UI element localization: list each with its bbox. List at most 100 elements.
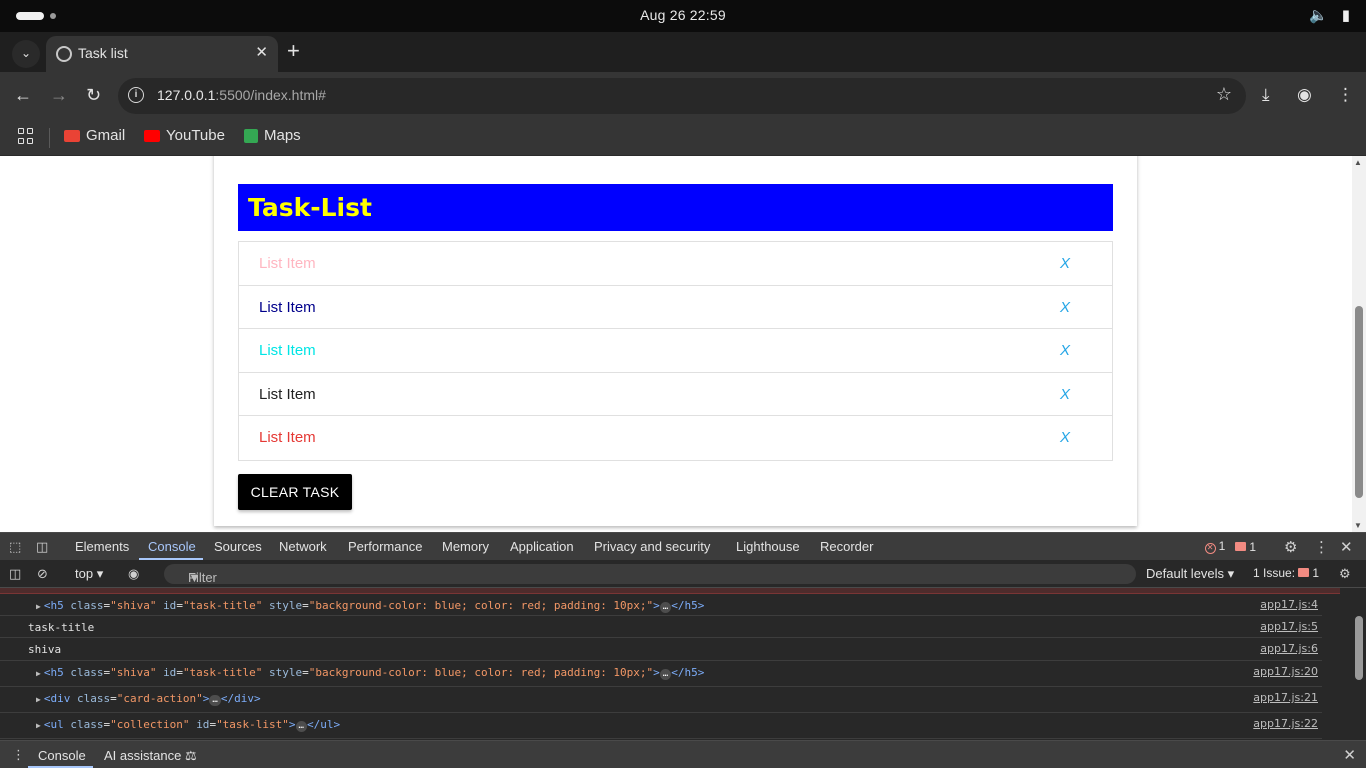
console-messages: ▶ <h5 class="shiva" id="task-title" style… xyxy=(0,588,1352,740)
tab-memory[interactable]: Memory xyxy=(442,539,489,554)
battery-icon[interactable]: ▮ xyxy=(1342,7,1350,25)
volume-icon[interactable]: 🔈 xyxy=(1309,7,1328,25)
task-label: List Item xyxy=(259,298,316,316)
tab-recorder[interactable]: Recorder xyxy=(820,539,873,554)
drawer-menu-kebab-icon[interactable]: ⋮ xyxy=(12,747,25,763)
console-row[interactable]: ▶ <div class="card-action">… </div> app17.j… xyxy=(0,687,1322,713)
node-attr-value: "task-title" xyxy=(182,599,263,612)
bookmark-star-icon[interactable]: ☆ xyxy=(1216,84,1232,105)
delete-task-icon[interactable]: X xyxy=(1060,373,1070,416)
tab-search-chevron-icon[interactable]: ⌄ xyxy=(12,40,40,68)
delete-task-icon[interactable]: X xyxy=(1060,286,1070,329)
page-scrollbar[interactable]: ▲ ▼ xyxy=(1352,156,1366,532)
collapsed-children-ellipsis[interactable]: … xyxy=(659,669,672,680)
tab-application[interactable]: Application xyxy=(510,539,574,554)
task-label: List Item xyxy=(259,429,316,446)
expand-triangle-icon[interactable]: ▶ xyxy=(36,695,41,704)
tab-console[interactable]: Console xyxy=(148,539,196,554)
context-selector[interactable]: top ▾ xyxy=(75,566,103,582)
node-attr-name: class xyxy=(70,666,104,679)
forward-arrow-icon[interactable]: → xyxy=(50,84,68,106)
node-attr-name: style xyxy=(269,599,303,612)
console-row[interactable]: task-title app17.js:5 xyxy=(0,616,1322,638)
profile-avatar-icon[interactable]: ◉ xyxy=(1297,84,1312,106)
error-warning-counts[interactable]: ✕ 1 1 xyxy=(1204,539,1256,554)
console-source-link[interactable]: app17.js:6 xyxy=(1260,642,1318,655)
site-info-icon[interactable]: i xyxy=(128,87,144,103)
back-arrow-icon[interactable]: ← xyxy=(14,84,32,106)
bookmark-youtube[interactable]: YouTube xyxy=(144,127,225,144)
bookmarks-bar: Gmail YouTube Maps xyxy=(0,120,1366,156)
console-dom-node[interactable]: ▶ <ul class="collection" id="task-list">…… xyxy=(36,718,340,732)
apps-grid-icon[interactable] xyxy=(18,128,34,144)
sidebar-toggle-icon[interactable]: ◫ xyxy=(9,566,21,582)
console-scrollbar-thumb[interactable] xyxy=(1355,616,1363,680)
tab-privacy-security[interactable]: Privacy and security xyxy=(594,539,710,554)
flask-icon: ⚖ xyxy=(184,748,197,763)
console-scrollbar[interactable] xyxy=(1352,588,1366,740)
download-icon[interactable]: ⤓ xyxy=(1262,84,1270,106)
console-dom-node[interactable]: ▶ <h5 class="shiva" id="task-title" style… xyxy=(36,599,704,613)
node-close-tag: </h5> xyxy=(671,666,705,679)
delete-task-icon[interactable]: X xyxy=(1060,416,1070,459)
drawer-close-icon[interactable]: ✕ xyxy=(1343,746,1356,764)
clear-task-button[interactable]: CLEAR TASK xyxy=(238,474,352,510)
delete-task-icon[interactable]: X xyxy=(1060,329,1070,372)
address-bar[interactable]: i 127.0.0.1:5500/index.html# ☆ xyxy=(118,78,1246,114)
console-row[interactable]: ▶ <ul class="collection" id="task-list">…… xyxy=(0,713,1322,739)
console-row[interactable]: ▶ <h5 class="shiva" id="task-title" style… xyxy=(0,594,1322,616)
collapsed-children-ellipsis[interactable]: … xyxy=(295,721,307,732)
new-tab-plus-icon[interactable]: + xyxy=(287,39,300,63)
url-text[interactable]: 127.0.0.1:5500/index.html# xyxy=(157,87,326,103)
log-levels-dropdown[interactable]: Default levels ▾ xyxy=(1146,566,1234,582)
context-value: top xyxy=(75,566,94,581)
system-clock[interactable]: Aug 26 22:59 xyxy=(0,7,1366,23)
task-list-title: Task-List xyxy=(238,184,1113,231)
collapsed-children-ellipsis[interactable]: … xyxy=(209,695,221,706)
youtube-icon xyxy=(144,129,160,142)
node-attr-name: style xyxy=(269,666,303,679)
console-source-link[interactable]: app17.js:21 xyxy=(1253,691,1318,704)
console-settings-gear-icon[interactable]: ⚙ xyxy=(1339,566,1351,582)
issues-counter[interactable]: 1 Issue: 1 xyxy=(1253,566,1319,580)
console-row[interactable]: ▶ <h5 class="shiva" id="task-title" style… xyxy=(0,661,1322,687)
drawer-tab-console[interactable]: Console xyxy=(38,748,86,763)
bookmark-gmail[interactable]: Gmail xyxy=(64,127,125,144)
delete-task-icon[interactable]: X xyxy=(1060,242,1070,285)
tab-network[interactable]: Network xyxy=(279,539,327,554)
expand-triangle-icon[interactable]: ▶ xyxy=(36,669,41,678)
drawer-tab-ai-assistance[interactable]: AI assistance ⚖ xyxy=(104,748,197,764)
tab-elements[interactable]: Elements xyxy=(75,539,129,554)
console-source-link[interactable]: app17.js:22 xyxy=(1253,717,1318,730)
expand-triangle-icon[interactable]: ▶ xyxy=(36,602,41,611)
tab-sources[interactable]: Sources xyxy=(214,539,262,554)
console-dom-node[interactable]: ▶ <h5 class="shiva" id="task-title" style… xyxy=(36,666,704,680)
tab-performance[interactable]: Performance xyxy=(348,539,422,554)
console-filter-input[interactable]: ▼ Filter xyxy=(164,564,1136,585)
browser-menu-kebab-icon[interactable]: ⋮ xyxy=(1337,84,1354,106)
scroll-down-arrow-icon[interactable]: ▼ xyxy=(1354,521,1362,530)
tab-close-icon[interactable]: ✕ xyxy=(255,43,268,61)
devtools-close-icon[interactable]: ✕ xyxy=(1340,538,1353,556)
page-scrollbar-thumb[interactable] xyxy=(1355,306,1363,498)
tab-lighthouse[interactable]: Lighthouse xyxy=(736,539,800,554)
inspect-element-icon[interactable]: ⬚ xyxy=(9,539,21,555)
devtools-menu-kebab-icon[interactable]: ⋮ xyxy=(1314,538,1329,556)
console-source-link[interactable]: app17.js:5 xyxy=(1260,620,1318,633)
console-source-link[interactable]: app17.js:20 xyxy=(1253,665,1318,678)
collapsed-children-ellipsis[interactable]: … xyxy=(659,602,672,613)
console-row[interactable]: shiva app17.js:6 xyxy=(0,638,1322,661)
system-tray[interactable]: 🔈 ▮ xyxy=(1309,7,1350,25)
live-expression-eye-icon[interactable]: ◉ xyxy=(128,566,139,582)
scroll-up-arrow-icon[interactable]: ▲ xyxy=(1354,158,1362,167)
settings-gear-icon[interactable]: ⚙ xyxy=(1284,538,1297,556)
device-toolbar-icon[interactable]: ◫ xyxy=(36,539,48,555)
browser-tab-active[interactable]: Task list ✕ xyxy=(46,36,278,72)
console-source-link[interactable]: app17.js:4 xyxy=(1260,598,1318,611)
expand-triangle-icon[interactable]: ▶ xyxy=(36,721,41,730)
reload-icon[interactable]: ↻ xyxy=(86,84,101,106)
node-attr-name: class xyxy=(70,599,104,612)
bookmark-maps[interactable]: Maps xyxy=(244,127,301,144)
console-dom-node[interactable]: ▶ <div class="card-action">… </div> xyxy=(36,692,261,706)
clear-console-icon[interactable]: ⊘ xyxy=(37,566,48,582)
